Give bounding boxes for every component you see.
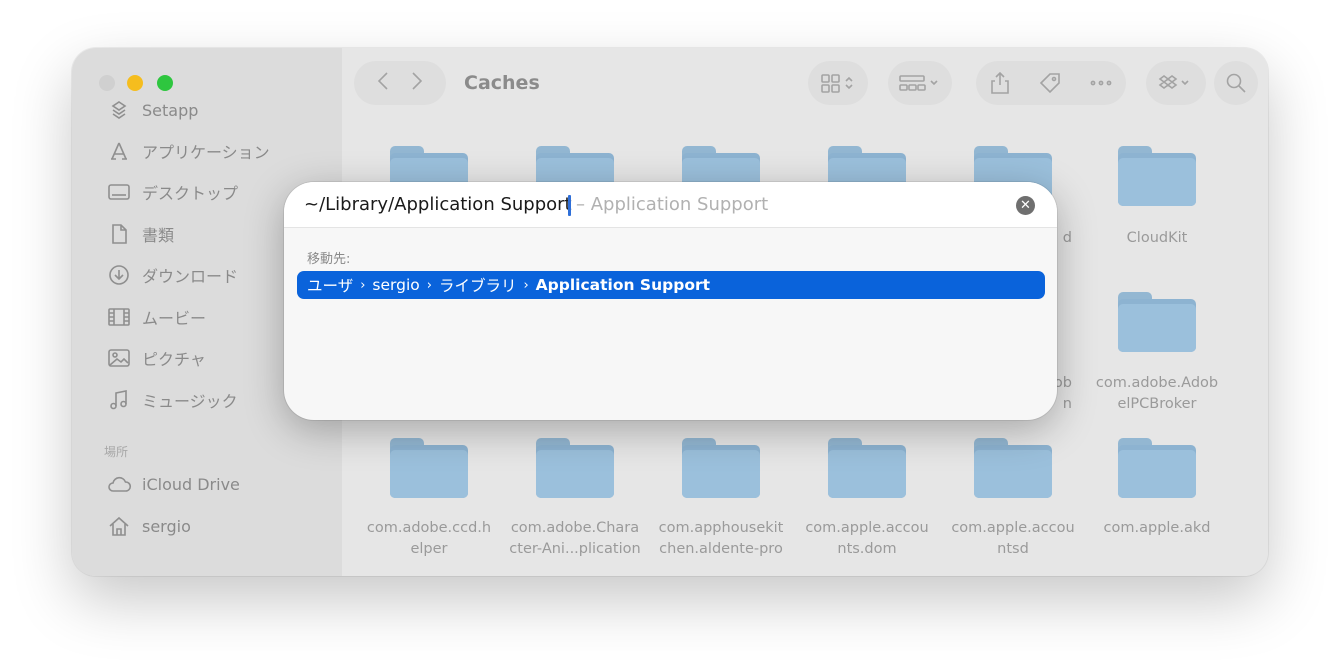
folder-icon[interactable]	[974, 438, 1052, 498]
sidebar-item-pictures[interactable]: ピクチャ	[106, 343, 206, 373]
actions-group	[976, 61, 1126, 105]
sidebar-item-label: sergio	[142, 516, 191, 536]
close-window-button[interactable]	[99, 75, 115, 91]
sidebar-item-label: アプリケーション	[142, 143, 270, 162]
chevron-left-icon	[377, 72, 388, 90]
picture-icon	[106, 347, 132, 369]
folder-label[interactable]: CloudKit	[1087, 228, 1227, 249]
path-separator-icon: ›	[426, 277, 432, 293]
places-heading: 場所	[104, 445, 129, 459]
path-separator-icon: ›	[523, 277, 529, 293]
destination-label: 移動先:	[307, 252, 351, 267]
folder-icon[interactable]	[1118, 292, 1196, 352]
sidebar-item-label: ピクチャ	[142, 350, 206, 369]
folder-icon[interactable]	[1118, 438, 1196, 498]
search-button[interactable]	[1214, 61, 1258, 105]
sidebar-item-label: 書類	[142, 226, 175, 245]
destination-suggestion-row[interactable]: ユーザ › sergio › ライブラリ › Application Suppo…	[297, 271, 1045, 299]
path-segment: sergio	[372, 276, 420, 294]
folder-label[interactable]: com.apple.accou nts.dom	[797, 518, 937, 560]
clear-input-icon[interactable]: ✕	[1016, 196, 1035, 215]
folder-label[interactable]: com.apple.accou ntsd	[943, 518, 1083, 560]
minimize-window-button[interactable]	[127, 75, 143, 91]
folder-label[interactable]: com.apple.akd	[1087, 518, 1227, 539]
sidebar-item-label: iCloud Drive	[142, 474, 240, 494]
back-forward-control	[354, 61, 446, 105]
path-input-value[interactable]: ~/Library/Application Support	[304, 194, 572, 215]
path-separator-icon: ›	[360, 277, 366, 293]
movie-icon	[106, 306, 132, 328]
sidebar-item-movies[interactable]: ムービー	[106, 302, 206, 332]
sidebar-item-documents[interactable]: 書類	[106, 219, 174, 249]
path-input-field[interactable]: ~/Library/Application Support – Applicat…	[284, 182, 1057, 228]
share-icon[interactable]	[990, 71, 1010, 95]
grid-view-icon	[821, 74, 853, 93]
sidebar-item-home[interactable]: sergio	[106, 511, 191, 541]
path-segment: ライブラリ	[438, 277, 517, 295]
download-icon	[106, 264, 132, 286]
folder-label[interactable]: com.adobe.Chara cter-Ani...plication	[505, 518, 645, 560]
folder-icon[interactable]	[1118, 146, 1196, 206]
path-segment: ユーザ	[307, 277, 354, 295]
window-title: Caches	[464, 72, 540, 94]
applications-icon	[106, 140, 132, 162]
sidebar-item-label: ムービー	[142, 309, 207, 328]
folder-label[interactable]: com.adobe.ccd.h elper	[359, 518, 499, 560]
folder-icon[interactable]	[828, 438, 906, 498]
tag-icon[interactable]	[1038, 71, 1062, 95]
folder-label[interactable]: com.adobe.Adob elPCBroker	[1087, 373, 1227, 415]
path-completion-hint: – Application Support	[576, 194, 769, 215]
group-button[interactable]	[888, 61, 952, 105]
back-button[interactable]	[377, 71, 389, 95]
folder-icon[interactable]	[390, 438, 468, 498]
home-icon	[106, 515, 132, 537]
sidebar-item-music[interactable]: ミュージック	[106, 385, 238, 415]
text-caret	[568, 195, 571, 216]
setapp-icon	[106, 99, 132, 121]
sidebar-item-setapp[interactable]: Setapp	[106, 95, 198, 125]
sidebar-item-downloads[interactable]: ダウンロード	[106, 260, 238, 290]
desktop-icon	[106, 181, 132, 203]
folder-label[interactable]: com.apphousekit chen.aldente-pro	[651, 518, 791, 560]
sidebar-item-label: ダウンロード	[142, 267, 239, 286]
group-icon	[899, 75, 938, 91]
music-icon	[106, 389, 132, 411]
chevron-right-icon	[412, 72, 423, 90]
view-mode-button[interactable]	[808, 61, 868, 105]
sidebar-item-label: デスクトップ	[142, 184, 239, 203]
sidebar-item-label: Setapp	[142, 100, 199, 120]
cloud-icon	[106, 473, 132, 495]
dropbox-icon	[1158, 75, 1189, 89]
document-icon	[106, 223, 132, 245]
sidebar-item-applications[interactable]: アプリケーション	[106, 136, 270, 166]
sidebar-item-desktop[interactable]: デスクトップ	[106, 177, 238, 207]
more-icon[interactable]	[1090, 79, 1112, 87]
path-segment-current: Application Support	[535, 276, 711, 294]
zoom-window-button[interactable]	[157, 75, 173, 91]
sidebar-item-label: ミュージック	[142, 392, 238, 411]
search-icon	[1226, 73, 1246, 93]
go-to-folder-dialog: ~/Library/Application Support – Applicat…	[284, 182, 1057, 420]
folder-icon[interactable]	[536, 438, 614, 498]
folder-icon[interactable]	[682, 438, 760, 498]
sidebar-item-icloud[interactable]: iCloud Drive	[106, 469, 240, 499]
dropbox-button[interactable]	[1146, 61, 1206, 105]
forward-button[interactable]	[411, 71, 423, 95]
